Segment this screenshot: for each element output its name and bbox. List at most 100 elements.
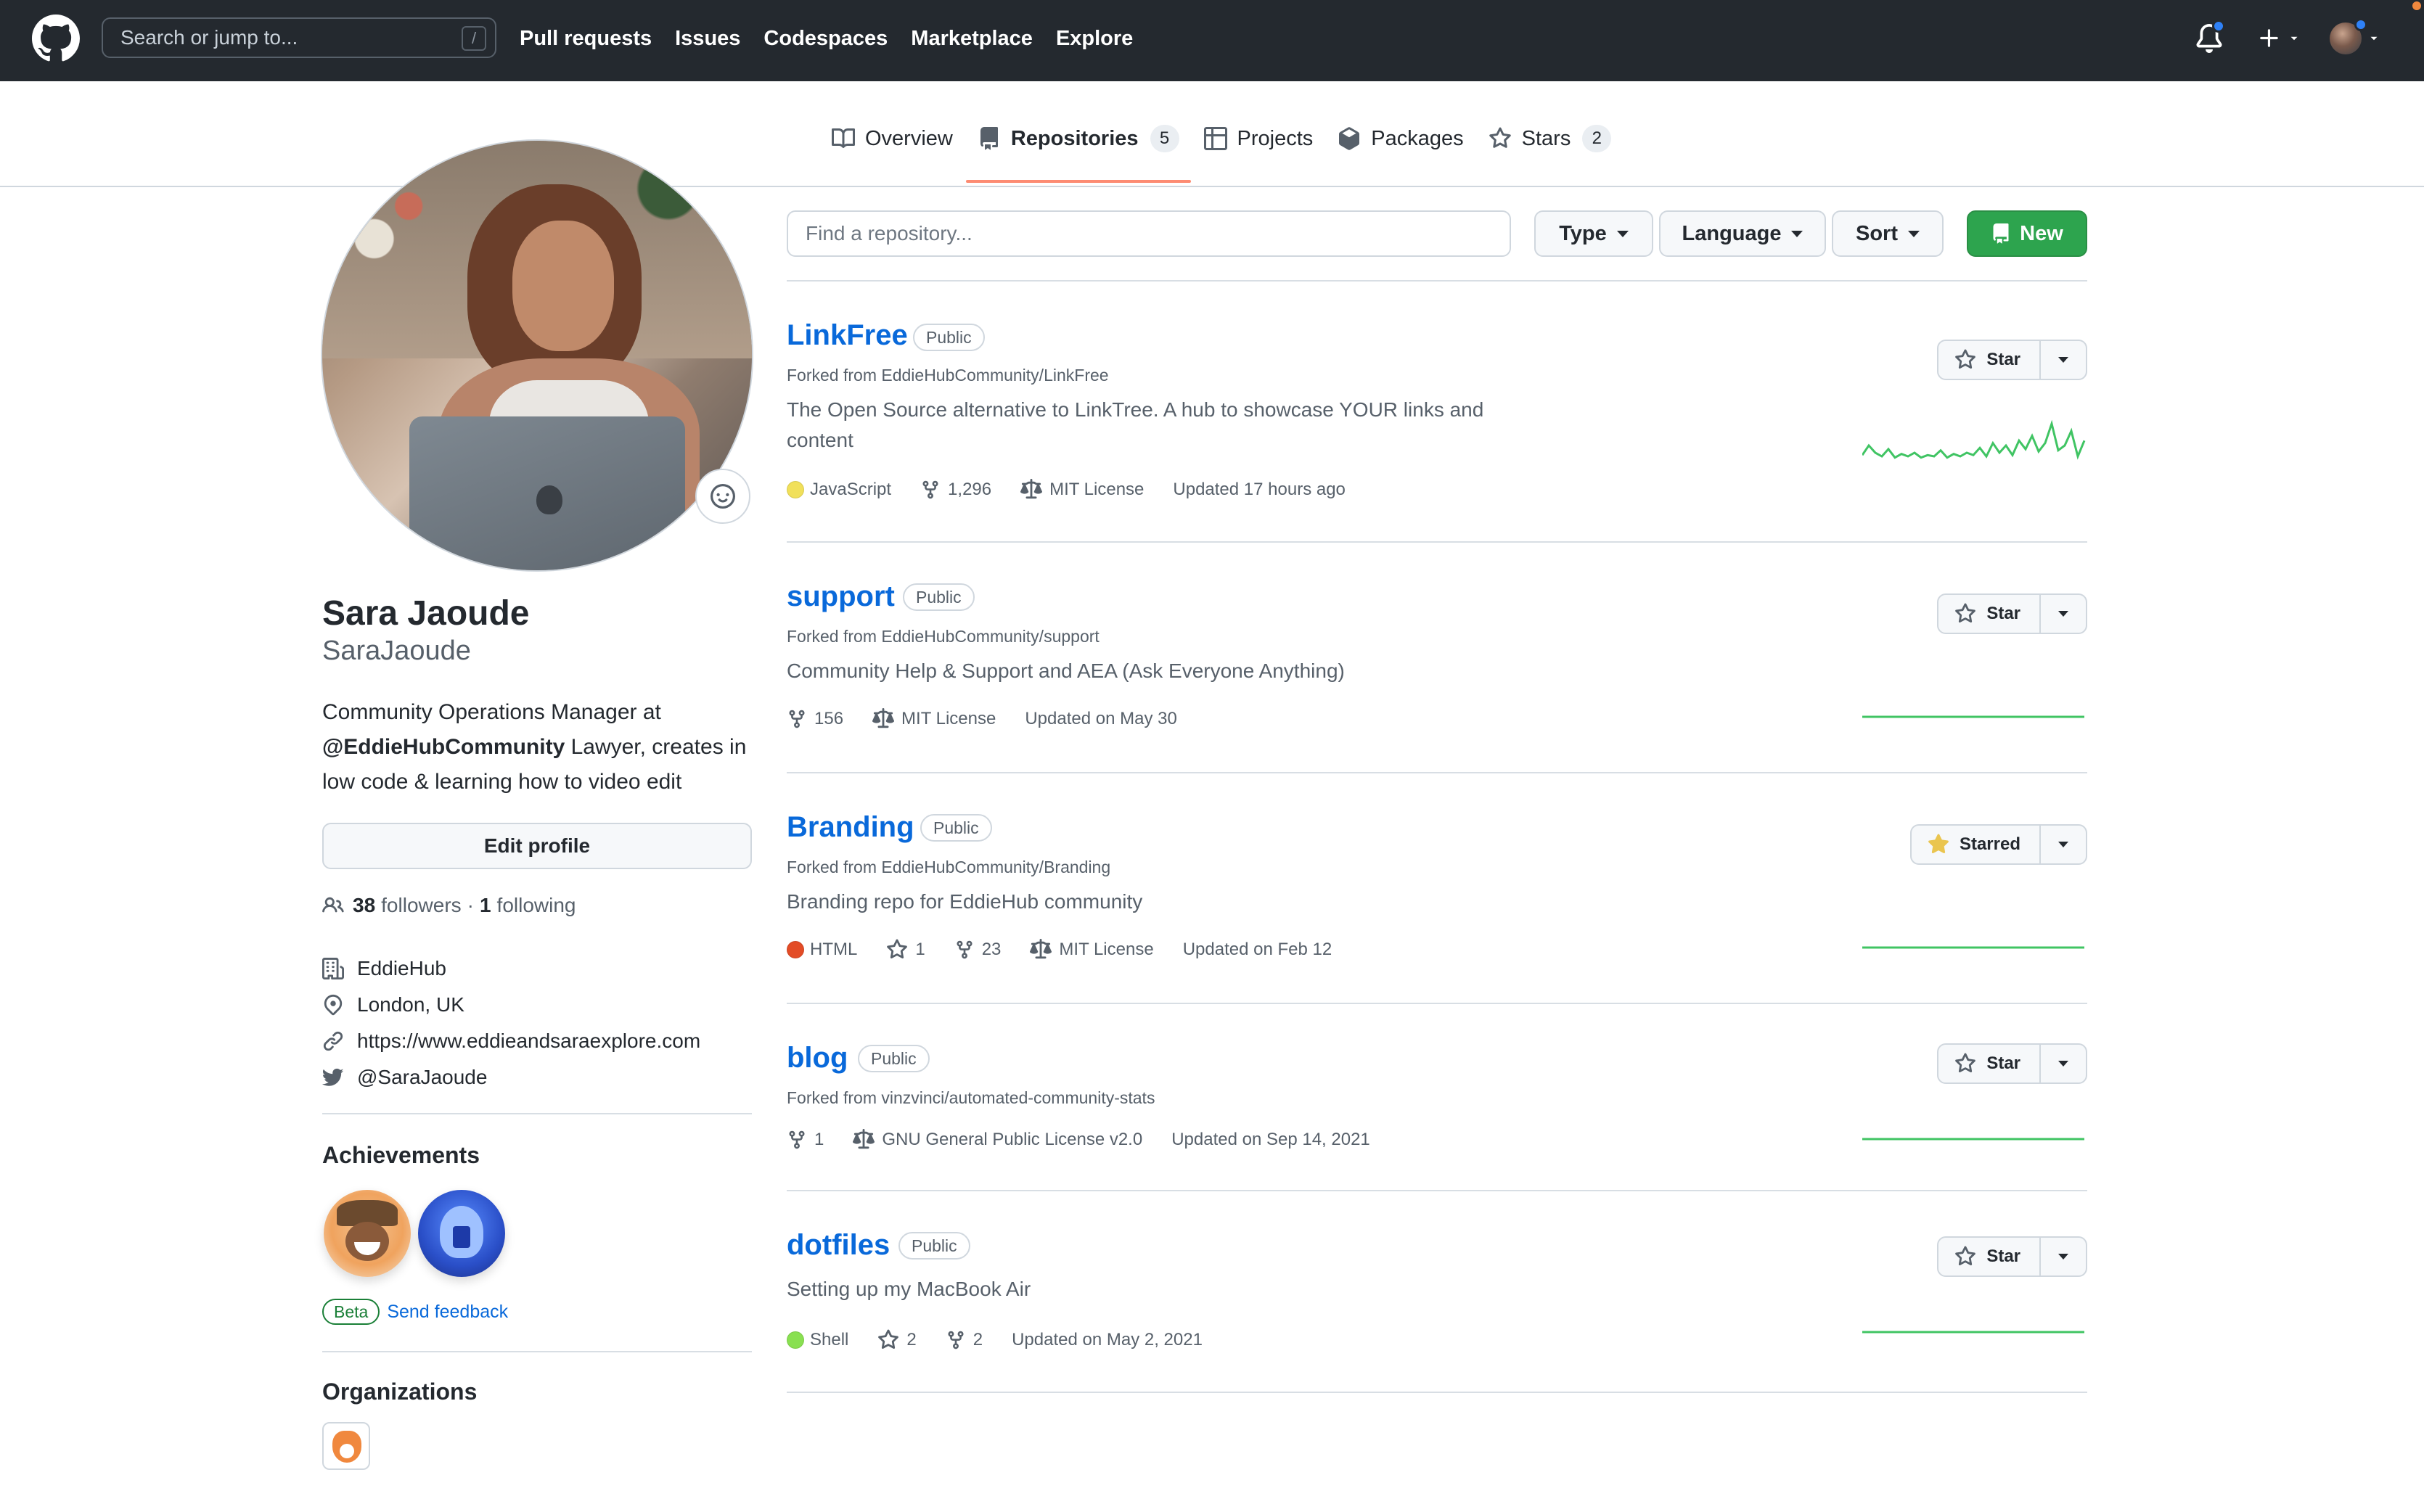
tab-overview[interactable]: Overview [820,110,965,167]
activity-sparkline-flat [1862,1138,2084,1141]
caret-down-icon [2058,357,2068,363]
achievement-badge-shark[interactable] [418,1190,505,1277]
tab-stars[interactable]: Stars 2 [1477,110,1623,167]
github-logo-icon[interactable] [32,15,80,62]
twitter-handle[interactable]: @SaraJaoude [357,1066,487,1089]
profile-website[interactable]: https://www.eddieandsaraexplore.com [322,1023,700,1059]
starred-label: Starred [1959,834,2020,854]
star-lists-dropdown[interactable] [2041,341,2086,379]
repo-forks[interactable]: 23 [954,940,1002,960]
repo-forks[interactable]: 1 [787,1130,824,1150]
sort-filter-label: Sort [1856,221,1898,245]
star-button[interactable]: Star [1938,341,2041,379]
website-link[interactable]: https://www.eddieandsaraexplore.com [357,1030,700,1053]
nav-explore[interactable]: Explore [1056,27,1133,51]
license-name: MIT License [1049,480,1145,499]
tab-repositories[interactable]: Repositories 5 [965,110,1191,183]
star-button-group: Star [1937,1236,2087,1277]
nav-pull-requests[interactable]: Pull requests [520,27,652,51]
star-button-group: Star [1937,340,2087,380]
star-button[interactable]: Star [1938,1238,2041,1275]
language-filter-button[interactable]: Language [1659,210,1826,257]
repo-name-link[interactable]: blog [787,1042,848,1075]
star-label: Star [1986,350,2020,369]
create-new-menu[interactable] [2257,26,2301,51]
nav-issues[interactable]: Issues [675,27,740,51]
repo-language: JavaScript [787,480,891,500]
bio-mention-link[interactable]: @EddieHubCommunity [322,735,565,759]
repo-license: MIT License [1030,939,1154,961]
star-label: Star [1986,604,2020,623]
tab-packages[interactable]: Packages [1326,110,1475,167]
star-lists-dropdown[interactable] [2041,595,2086,633]
repo-meta: HTML 1 23 MIT License Updated on Feb 12 [787,939,1361,961]
repo-forks[interactable]: 156 [787,709,843,729]
repo-license: MIT License [1020,479,1144,501]
forks-count: 23 [981,940,1002,959]
followers-label[interactable]: followers [381,894,461,917]
set-status-smiley-icon[interactable] [695,469,750,524]
repo-description: Setting up my MacBook Air [787,1278,1031,1300]
sparkline-path [1862,419,2086,460]
forked-from-link[interactable]: Forked from EddieHubCommunity/support [787,627,1100,646]
star-button[interactable]: Star [1938,1045,2041,1082]
profile-details: EddieHub London, UK https://www.eddieand… [322,950,700,1096]
profile-twitter[interactable]: @SaraJaoude [322,1059,700,1096]
send-feedback-link[interactable]: Send feedback [387,1302,508,1323]
repo-license: MIT License [872,708,996,730]
bio-text: Community Operations Manager at [322,700,661,724]
star-icon [1955,349,1976,369]
achievement-badge-pull-shark[interactable] [324,1190,411,1277]
star-lists-dropdown[interactable] [2041,1045,2086,1082]
repo-item-support: support Public Forked from EddieHubCommu… [787,543,2087,773]
updated-text: Updated on May 30 [1025,709,1177,728]
repo-name-link[interactable]: LinkFree [787,319,908,352]
package-icon [1339,127,1360,150]
tab-projects[interactable]: Projects [1192,110,1325,167]
following-label[interactable]: following [497,894,576,917]
star-icon [1955,603,1976,623]
repo-item-blog: blog Public Forked from vinzvinci/automa… [787,1004,2087,1191]
following-count[interactable]: 1 [480,894,491,917]
fork-icon [922,480,938,499]
repo-forks[interactable]: 1,296 [920,480,991,500]
global-header: Search or jump to... / Pull requests Iss… [0,0,2424,81]
repo-forks[interactable]: 2 [946,1330,983,1350]
activity-sparkline [1862,419,2086,460]
star-icon [887,939,908,959]
activity-sparkline-flat [1862,715,2084,718]
nav-codespaces[interactable]: Codespaces [763,27,888,51]
status-dot [2354,18,2367,31]
repo-name-link[interactable]: dotfiles [787,1229,890,1262]
repo-item-dotfiles: dotfiles Public Setting up my MacBook Ai… [787,1191,2087,1393]
profile-photo[interactable] [321,139,753,572]
forked-from-link[interactable]: Forked from EddieHubCommunity/Branding [787,858,1110,877]
star-lists-dropdown[interactable] [2041,1238,2086,1275]
star-lists-dropdown[interactable] [2041,826,2086,863]
forked-from-link[interactable]: Forked from EddieHubCommunity/LinkFree [787,366,1109,385]
organization-avatar[interactable] [322,1422,370,1470]
star-label: Star [1986,1246,2020,1266]
repo-name-link[interactable]: support [787,580,895,613]
starred-button[interactable]: Starred [1912,826,2041,863]
forked-from-link[interactable]: Forked from vinzvinci/automated-communit… [787,1088,1155,1108]
find-repository-input[interactable]: Find a repository... [787,210,1511,257]
search-input[interactable]: Search or jump to... / [102,17,496,58]
visibility-badge: Public [920,814,992,842]
repo-stars[interactable]: 2 [877,1329,917,1351]
repo-name-link[interactable]: Branding [787,811,914,844]
repo-description: Branding repo for EddieHub community [787,890,1143,913]
star-button[interactable]: Star [1938,595,2041,633]
notifications-bell-icon[interactable] [2195,20,2225,53]
nav-marketplace[interactable]: Marketplace [911,27,1033,51]
follow-stats: 38 followers · 1 following [322,894,576,917]
repo-stars[interactable]: 1 [886,939,925,961]
sort-filter-button[interactable]: Sort [1832,210,1944,257]
followers-count[interactable]: 38 [353,894,375,917]
stars-count: 2 [1582,125,1612,152]
edit-profile-button[interactable]: Edit profile [322,823,752,869]
achievements-title: Achievements [322,1142,480,1168]
user-menu[interactable] [2330,18,2380,54]
new-repository-button[interactable]: New [1967,210,2087,257]
type-filter-button[interactable]: Type [1534,210,1653,257]
